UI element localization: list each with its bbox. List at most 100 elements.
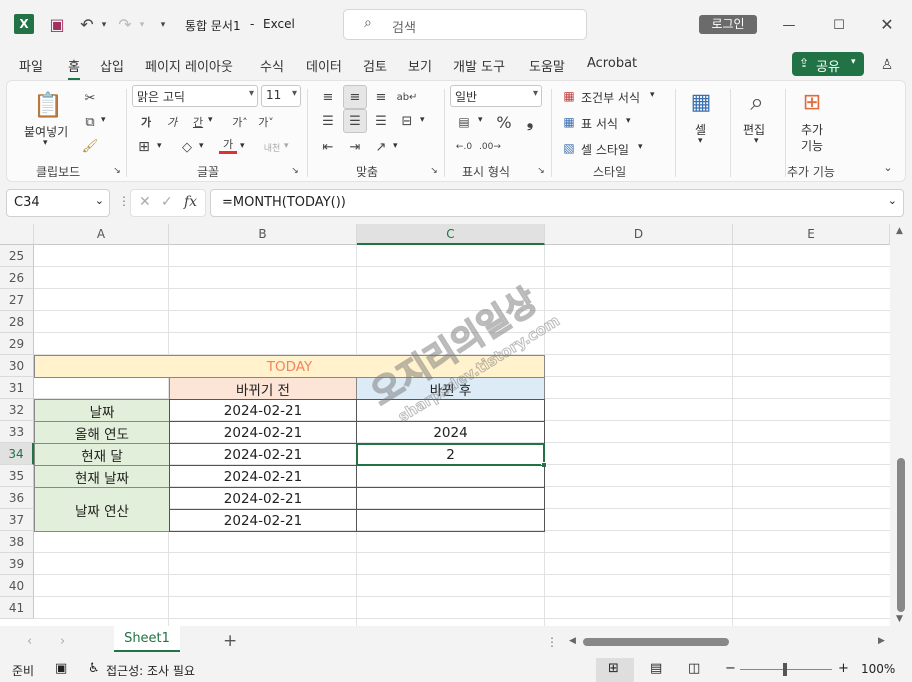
row-header[interactable]: 38 xyxy=(0,531,34,553)
formula-input[interactable]: =MONTH(TODAY()) ⌄ xyxy=(210,189,904,217)
row-header[interactable]: 39 xyxy=(0,553,34,575)
before-cell-2[interactable]: 2024-02-21 xyxy=(169,421,357,444)
tab-review[interactable]: 검토 xyxy=(363,56,387,75)
add-ins-line1[interactable]: 추가 xyxy=(801,121,823,138)
redo-dropdown-icon[interactable]: ▾ xyxy=(136,14,148,36)
scroll-up-icon[interactable]: ▲ xyxy=(896,226,903,236)
macro-record-icon[interactable]: ▣ xyxy=(55,661,67,676)
label-this-year[interactable]: 올해 연도 xyxy=(34,421,170,444)
format-as-table-button[interactable]: 표 서식 xyxy=(581,115,618,132)
alignment-launcher-icon[interactable]: ↘ xyxy=(428,165,440,177)
row-header[interactable]: 27 xyxy=(0,289,34,311)
comma-icon[interactable]: ❟ xyxy=(521,111,539,133)
column-header-a[interactable]: A xyxy=(34,224,169,245)
undo-icon[interactable]: ↶ xyxy=(76,13,98,35)
font-size-select[interactable]: 11 ▾ xyxy=(261,85,301,107)
accessibility-icon[interactable]: ♿ xyxy=(88,661,100,676)
after-cell-5[interactable] xyxy=(356,487,545,510)
orientation-icon[interactable]: ↗ xyxy=(371,137,391,157)
font-color-icon[interactable]: 가 xyxy=(219,136,237,154)
sheet-tab-sheet1[interactable]: Sheet1 xyxy=(114,626,180,652)
confirm-entry-icon[interactable]: ✓ xyxy=(161,194,173,210)
tab-split-grip-icon[interactable]: ⋮ xyxy=(546,635,558,649)
after-cell-1[interactable] xyxy=(356,399,545,422)
tab-help[interactable]: 도움말 xyxy=(529,56,565,75)
italic-icon[interactable]: 가 xyxy=(163,113,181,131)
tab-data[interactable]: 데이터 xyxy=(306,56,342,75)
undo-dropdown-icon[interactable]: ▾ xyxy=(98,14,110,36)
conditional-formatting-icon[interactable]: ▦ xyxy=(560,87,578,105)
save-icon[interactable]: ▣ xyxy=(46,13,68,35)
label-this-month[interactable]: 현재 달 xyxy=(34,443,170,466)
zoom-in-icon[interactable]: + xyxy=(838,661,849,676)
font-launcher-icon[interactable]: ↘ xyxy=(289,165,301,177)
insert-function-icon[interactable]: fx xyxy=(184,194,197,210)
redo-icon[interactable]: ↷ xyxy=(114,13,136,35)
ribbon-collapse-icon[interactable]: ⌄ xyxy=(879,159,897,175)
row-header[interactable]: 35 xyxy=(0,465,34,487)
decrease-indent-icon[interactable]: ⇤ xyxy=(318,137,338,157)
row-header[interactable]: 26 xyxy=(0,267,34,289)
decrease-font-icon[interactable]: 가˅ xyxy=(257,113,275,131)
tab-home[interactable]: 홈 xyxy=(68,56,80,80)
clipboard-launcher-icon[interactable]: ↘ xyxy=(111,165,123,177)
font-name-select[interactable]: 맑은 고딕 ▾ xyxy=(132,85,258,107)
column-header-e[interactable]: E xyxy=(733,224,890,245)
after-cell-4[interactable] xyxy=(356,465,545,488)
before-cell-6[interactable]: 2024-02-21 xyxy=(169,509,357,532)
column-header-b[interactable]: B xyxy=(169,224,357,245)
login-button[interactable]: 로그인 xyxy=(699,15,757,34)
accounting-format-icon[interactable]: ▤ xyxy=(453,112,475,132)
align-right-icon[interactable]: ☰ xyxy=(371,111,391,131)
page-break-view-icon[interactable]: ◫ xyxy=(688,661,700,676)
wrap-text-icon[interactable]: ab↵ xyxy=(397,87,418,107)
row-header[interactable]: 33 xyxy=(0,421,34,443)
before-cell-3[interactable]: 2024-02-21 xyxy=(169,443,357,466)
decrease-decimal-icon[interactable]: .00→ xyxy=(479,137,501,157)
row-header[interactable]: 30 xyxy=(0,355,34,377)
worksheet-grid[interactable]: A B C D E 25 26 27 28 29 30 31 32 33 34 35 36 37 38 39… xyxy=(0,224,890,626)
zoom-out-icon[interactable]: − xyxy=(725,661,736,676)
zoom-level[interactable]: 100% xyxy=(861,662,895,676)
conditional-formatting-button[interactable]: 조건부 서식 xyxy=(581,89,640,106)
header-before[interactable]: 바뀌기 전 xyxy=(169,377,357,400)
add-sheet-icon[interactable]: + xyxy=(223,631,237,651)
before-cell-1[interactable]: 2024-02-21 xyxy=(169,399,357,422)
page-layout-view-icon[interactable]: ▤ xyxy=(650,661,662,676)
header-after[interactable]: 바뀐 후 xyxy=(356,377,545,400)
horizontal-scroll-thumb[interactable] xyxy=(583,638,729,646)
number-launcher-icon[interactable]: ↘ xyxy=(535,165,547,177)
name-box[interactable]: C34 ⌄ xyxy=(6,189,110,217)
tab-insert[interactable]: 삽입 xyxy=(100,56,124,75)
label-today-date[interactable]: 현재 날짜 xyxy=(34,465,170,488)
column-header-c[interactable]: C xyxy=(357,224,545,245)
before-cell-5[interactable]: 2024-02-21 xyxy=(169,487,357,510)
add-ins-icon[interactable]: ⊞ xyxy=(797,87,827,117)
percent-icon[interactable]: % xyxy=(493,111,515,133)
align-top-icon[interactable]: ≡ xyxy=(318,87,338,107)
cell-styles-button[interactable]: 셀 스타일 xyxy=(581,141,629,158)
table-title[interactable]: TODAY xyxy=(34,355,545,378)
comments-icon[interactable]: ♙ xyxy=(876,54,898,76)
maximize-icon[interactable]: ☐ xyxy=(828,14,850,36)
number-format-select[interactable]: 일반 ▾ xyxy=(450,85,542,107)
add-ins-line2[interactable]: 기능 xyxy=(801,137,823,154)
row-header[interactable]: 28 xyxy=(0,311,34,333)
vertical-scroll-thumb[interactable] xyxy=(897,458,905,612)
select-all-corner[interactable] xyxy=(0,224,34,245)
label-date-calc[interactable]: 날짜 연산 xyxy=(34,487,170,532)
tab-developer[interactable]: 개발 도구 xyxy=(453,56,505,75)
tab-view[interactable]: 보기 xyxy=(408,56,432,75)
after-cell-2[interactable]: 2024 xyxy=(356,421,545,444)
normal-view-button[interactable]: ⊞ xyxy=(596,658,634,682)
expand-formula-icon[interactable]: ⌄ xyxy=(888,194,897,207)
copy-icon[interactable]: ⧉ xyxy=(80,113,100,131)
label-date[interactable]: 날짜 xyxy=(34,399,170,422)
cut-icon[interactable]: ✂ xyxy=(80,89,100,107)
scroll-down-icon[interactable]: ▼ xyxy=(896,614,903,624)
row-header[interactable]: 25 xyxy=(0,245,34,267)
align-center-icon[interactable]: ☰ xyxy=(343,109,367,133)
tab-page-layout[interactable]: 페이지 레이아웃 xyxy=(145,56,233,75)
row-header[interactable]: 32 xyxy=(0,399,34,421)
cells-icon[interactable]: ▦ xyxy=(686,87,716,117)
